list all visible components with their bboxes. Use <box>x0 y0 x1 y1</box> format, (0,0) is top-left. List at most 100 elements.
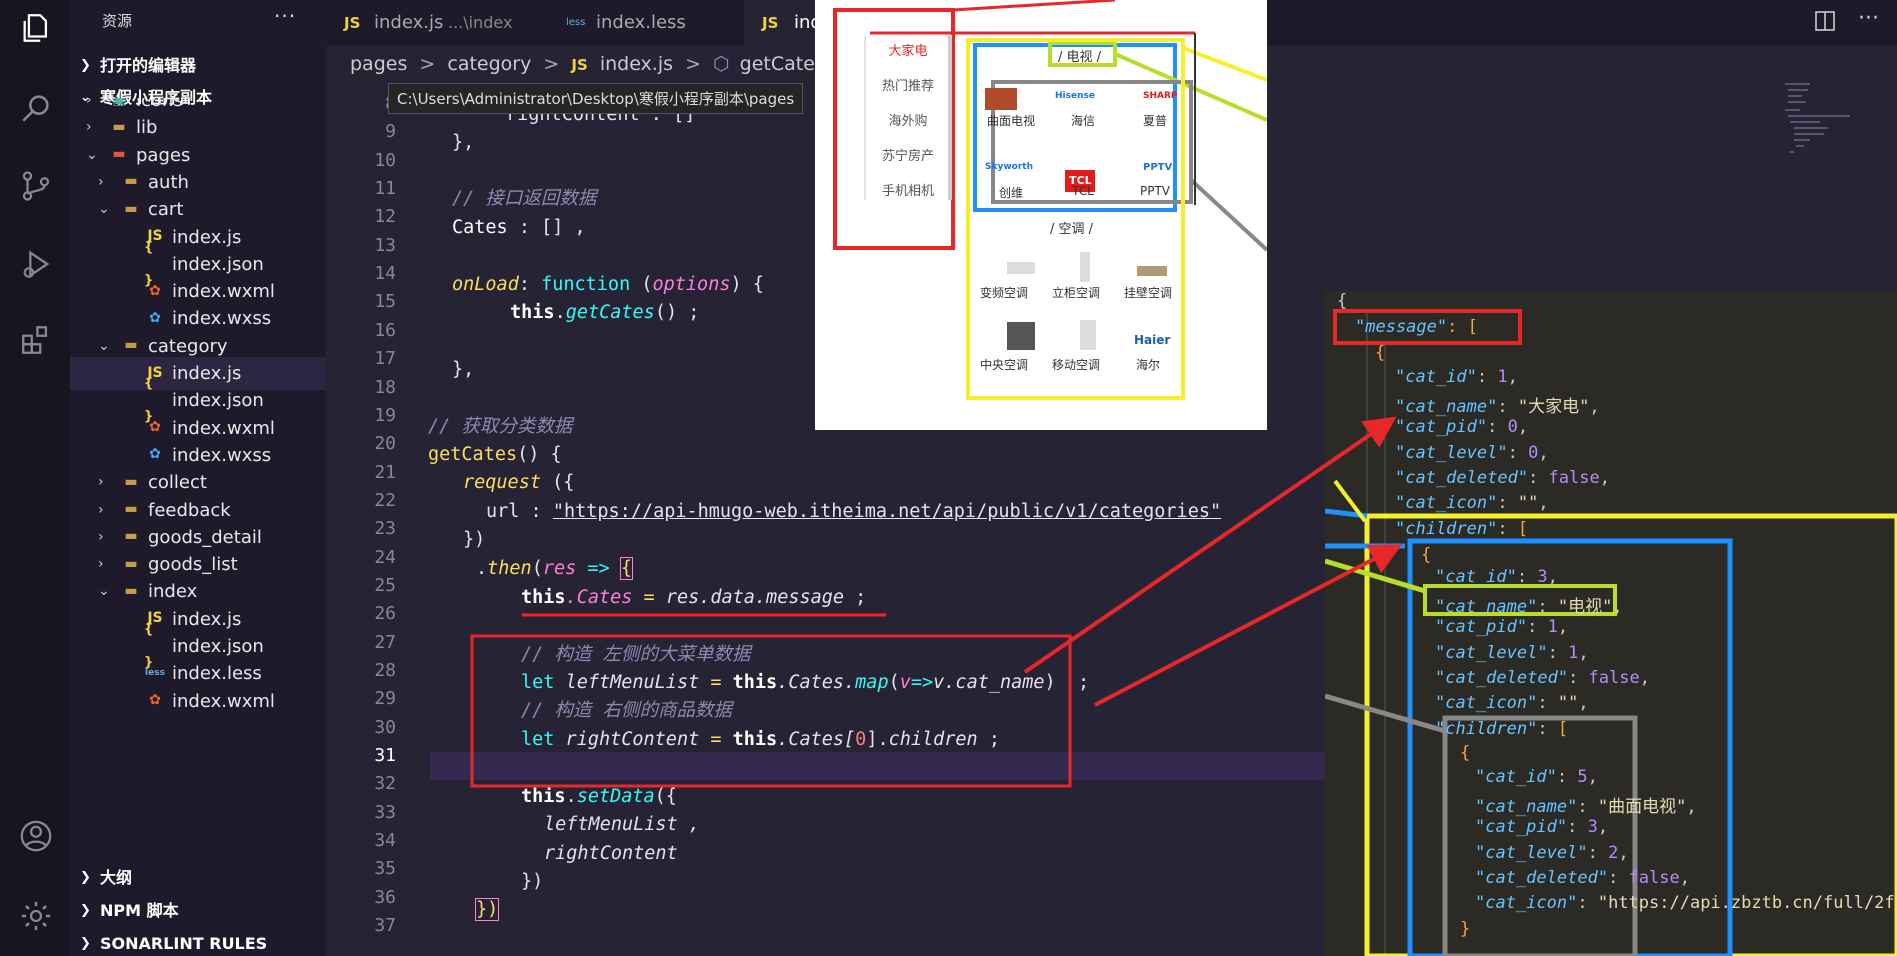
explorer-title: 资源 <box>102 12 133 30</box>
json-line: "cat_id": 1, <box>1395 367 1518 387</box>
wxml-file-icon: ✿ <box>149 282 161 299</box>
js-file-icon: JS <box>762 14 779 32</box>
line-number: 30 <box>374 716 396 738</box>
code-line-17: }, <box>452 359 475 380</box>
folder-pages-icon: ▬ <box>112 146 126 163</box>
breadcrumb-file[interactable]: index.js <box>600 53 673 75</box>
breadcrumb-sep: > <box>419 53 436 75</box>
explorer-sidebar: 资源 ··· ❯ 打开的编辑器 ⌄ 寒假小程序副本 › ▣ icons › ▬ lib ⌄ ▬ pa… <box>70 0 326 956</box>
folder-icon: ▬ <box>124 555 138 572</box>
line-number: 32 <box>374 773 396 795</box>
code-line-33: leftMenuList , <box>544 814 700 835</box>
image-folder-icon: ▣ <box>112 98 126 108</box>
chevron-right-icon: ❯ <box>80 870 91 885</box>
tree-item[interactable]: ✿ index.wxml <box>70 685 326 718</box>
preview-grid-item: 曲面电视 <box>986 114 1035 128</box>
line-number: 23 <box>374 518 396 540</box>
line-number: 35 <box>374 858 396 880</box>
line-number: 26 <box>374 603 396 625</box>
folder-icon: ▬ <box>112 118 126 135</box>
code-line-32: this.setData({ <box>521 786 677 807</box>
folder-icon: ▬ <box>124 337 138 354</box>
tab-index-js[interactable]: JS index.js ...\index <box>326 0 548 46</box>
path-tooltip: C:\Users\Administrator\Desktop\寒假小程序副本\p… <box>388 83 804 114</box>
breadcrumb-pages[interactable]: pages <box>350 53 407 75</box>
line-number: 11 <box>374 178 396 200</box>
preview-menu-item: 苏宁房产 <box>881 149 934 164</box>
json-line: } <box>1460 919 1471 939</box>
files-icon[interactable] <box>18 10 54 46</box>
source-control-icon[interactable] <box>18 168 54 204</box>
section-open-editors[interactable]: ❯ 打开的编辑器 <box>70 50 326 82</box>
minimap[interactable] <box>1780 80 1860 170</box>
section-sonarlint[interactable]: ❯ SONARLINT RULES <box>70 928 326 956</box>
section-outline[interactable]: ❯ 大纲 <box>70 862 326 894</box>
line-number: 10 <box>374 149 396 171</box>
run-debug-icon[interactable] <box>18 246 54 282</box>
code-line-30: let rightContent = this.Cates[0].childre… <box>521 729 1000 750</box>
chevron-right-icon: ❯ <box>80 58 91 73</box>
tree-item-label: index.wxml <box>172 690 275 712</box>
json-line: "cat_level": 1, <box>1435 642 1589 663</box>
wxss-file-icon: ✿ <box>149 446 161 463</box>
breadcrumb-symbol[interactable]: getCates <box>740 53 825 75</box>
wxss-file-icon: ✿ <box>149 309 161 326</box>
code-line-11: // 接口返回数据 <box>452 188 597 209</box>
json-line: "cat_pid": 1, <box>1435 617 1569 638</box>
line-number: 29 <box>374 688 396 710</box>
json-response-screenshot: {"message": [{"cat_id": 1, "cat_name": "大… <box>1325 291 1897 956</box>
brand-skyworth: Skyworth <box>985 162 1033 172</box>
file-tree: › ▣ icons › ▬ lib ⌄ ▬ pages › ▬ auth ⌄ ▬ cart JS index.j… <box>70 98 326 868</box>
code-line-36: }) <box>474 898 500 921</box>
breadcrumb: pages > category > JS index.js > ⬡ getCa… <box>350 53 881 79</box>
code-line-23: }) <box>463 529 486 550</box>
code-line-28: let leftMenuList = this.Cates.map(v=>v.c… <box>521 672 1090 693</box>
json-line: "cat_deleted": false, <box>1435 667 1650 688</box>
breadcrumb-category[interactable]: category <box>447 53 531 75</box>
json-line: { <box>1337 291 1348 311</box>
line-number: 15 <box>374 291 396 313</box>
line-number: 20 <box>374 433 396 455</box>
account-icon[interactable] <box>18 818 54 854</box>
less-file-icon: less <box>566 17 586 28</box>
json-file-icon: { } <box>144 622 154 670</box>
more-actions-icon[interactable]: ··· <box>274 4 296 28</box>
extensions-icon[interactable] <box>18 322 54 358</box>
code-line-24: .then(res => { <box>476 557 633 580</box>
json-line: "cat_icon": "", <box>1395 493 1549 513</box>
section-npm-scripts[interactable]: ❯ NPM 脚本 <box>70 895 326 927</box>
chevron-right-icon: ❯ <box>80 936 91 951</box>
preview-menu-item: 手机相机 <box>881 184 934 199</box>
line-number: 18 <box>374 376 396 398</box>
preview-grid-item: 夏普 <box>1142 114 1167 128</box>
code-line-9: }, <box>452 132 475 153</box>
line-number: 12 <box>374 206 396 228</box>
preview-grid-item: 中央空调 <box>979 358 1028 372</box>
more-actions-icon[interactable]: ··· <box>1858 6 1879 31</box>
json-line: "cat_icon": "https://api.zbztb.cn/full/2… <box>1475 893 1897 913</box>
search-icon[interactable] <box>18 90 54 126</box>
code-line-12: Cates : [] , <box>452 217 586 238</box>
json-line: "cat_pid": 0, <box>1395 417 1529 438</box>
split-editor-icon[interactable] <box>1814 10 1836 36</box>
json-file-icon: { } <box>144 376 154 425</box>
js-file-icon: JS <box>344 14 361 32</box>
line-number: 22 <box>374 489 396 511</box>
line-number: 31 <box>374 745 396 767</box>
app-preview-screenshot: 大家电 热门推荐 海外购 苏宁房产 手机相机 / 电视 / Hisense SHARP … <box>815 0 1267 430</box>
line-number: 8 <box>336 90 396 118</box>
json-line: "cat_pid": 3, <box>1475 817 1609 838</box>
line-number: 28 <box>374 660 396 681</box>
tab-index-less[interactable]: less index.less <box>548 0 744 46</box>
json-line: { <box>1460 743 1471 763</box>
json-line: "cat_name": "电视", <box>1435 597 1623 618</box>
cube-icon: ⬡ <box>713 53 730 75</box>
settings-gear-icon[interactable] <box>18 898 54 934</box>
activity-bar <box>0 0 70 956</box>
line-number: 37 <box>374 915 396 937</box>
line-number: 34 <box>374 830 396 852</box>
preview-menu-item: 大家电 <box>888 44 928 59</box>
preview-grid-item: 立柜空调 <box>1051 286 1100 300</box>
brand-pptv: PPTV <box>1143 162 1173 173</box>
line-number: 17 <box>374 348 396 370</box>
